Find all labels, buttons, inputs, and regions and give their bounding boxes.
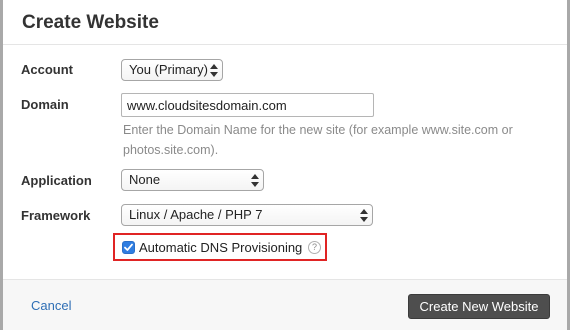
framework-select-value: Linux / Apache / PHP 7 [129,207,263,222]
domain-label: Domain [21,97,69,112]
cancel-link[interactable]: Cancel [31,298,71,313]
domain-help-text: Enter the Domain Name for the new site (… [123,123,513,157]
account-label: Account [21,62,73,77]
dialog-title: Create Website [22,12,159,33]
application-label: Application [21,173,92,188]
select-arrows-icon [210,63,218,77]
select-arrows-icon [360,208,368,222]
account-select[interactable]: You (Primary) [121,59,223,81]
create-website-dialog: Create Website Account You (Primary) Dom… [3,0,567,330]
header-divider [3,44,567,45]
account-select-value: You (Primary) [129,62,208,77]
application-select[interactable]: None [121,169,264,191]
framework-select[interactable]: Linux / Apache / PHP 7 [121,204,373,226]
dns-checkbox-label[interactable]: Automatic DNS Provisioning [139,240,302,255]
dns-checkbox[interactable] [122,241,135,254]
domain-input[interactable] [121,93,374,117]
checkmark-icon [124,243,133,251]
framework-label: Framework [21,208,91,223]
create-new-website-button[interactable]: Create New Website [408,294,550,319]
select-arrows-icon [251,173,259,187]
application-select-value: None [129,172,161,187]
question-mark-icon[interactable]: ? [308,241,321,254]
